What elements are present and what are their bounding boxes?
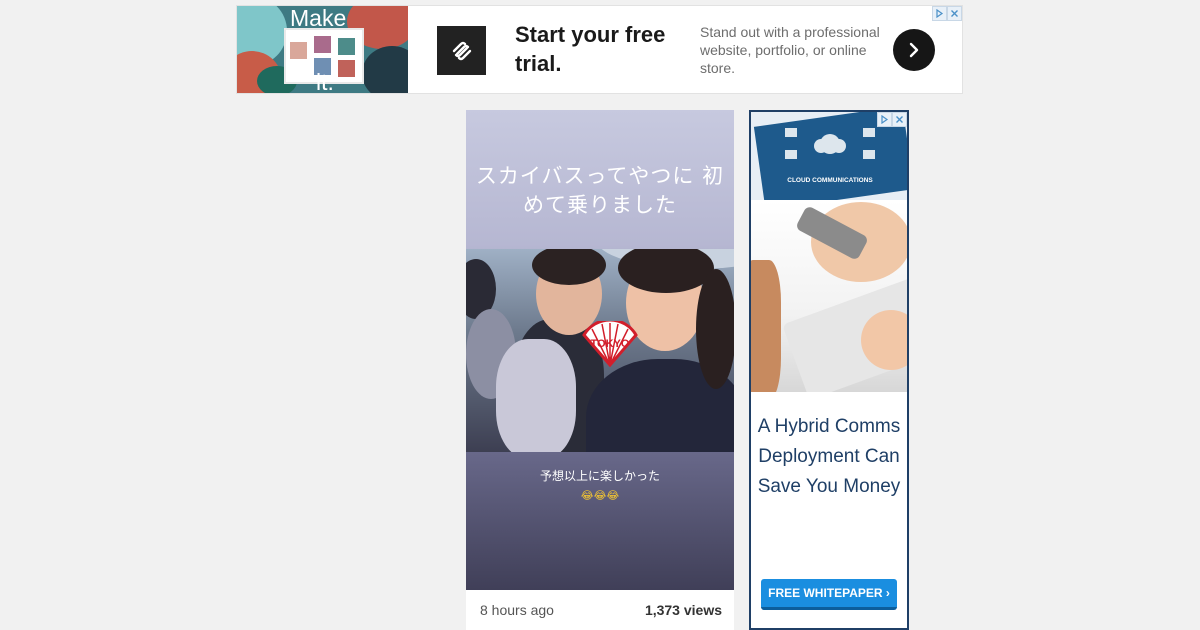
svg-text:CLOUD COMMUNICATIONS: CLOUD COMMUNICATIONS: [787, 177, 873, 184]
svg-text:TOKYO: TOKYO: [591, 338, 630, 350]
close-icon[interactable]: [892, 112, 907, 127]
sky-adchoices[interactable]: [877, 112, 907, 127]
video-bottom-caption: 予想以上に楽しかった: [539, 469, 660, 483]
sky-ad-headline[interactable]: A Hybrid Comms Deployment Can Save You M…: [751, 412, 907, 502]
adchoices-icon[interactable]: [877, 112, 892, 127]
laughing-emoji-row: 😂😂😂: [466, 486, 734, 504]
video-photo: TOKYO: [466, 249, 734, 452]
video-top-caption: スカイバスってやつに 初めて乗りました: [475, 164, 725, 217]
time-ago: 8 hours ago: [480, 602, 554, 618]
banner-adchoices[interactable]: [932, 6, 962, 21]
banner-subtext[interactable]: Stand out with a professional website, p…: [700, 23, 880, 77]
adchoices-icon[interactable]: [932, 6, 947, 21]
sky-ad-photo: [751, 200, 907, 392]
video-thumbnail[interactable]: スカイバスってやつに 初めて乗りました TOKYO 予想以上に楽しかった 😂😂😂: [466, 110, 734, 590]
tokyo-fan-icon: TOKYO: [582, 321, 638, 367]
banner-arrow-button[interactable]: [893, 29, 935, 71]
banner-art-text-bottom: it.: [316, 69, 334, 94]
video-card[interactable]: スカイバスってやつに 初めて乗りました TOKYO 予想以上に楽しかった 😂😂😂…: [466, 110, 734, 630]
free-whitepaper-button[interactable]: FREE WHITEPAPER ›: [761, 579, 897, 610]
view-count: 1,373 views: [644, 602, 722, 618]
video-meta: 8 hours ago 1,373 views: [466, 590, 734, 630]
squarespace-logo-icon[interactable]: [437, 26, 486, 75]
close-icon[interactable]: [947, 6, 962, 21]
emoji-icon: 😂😂😂: [580, 490, 620, 502]
banner-headline[interactable]: Start your free trial.: [515, 20, 685, 78]
chevron-right-icon: [909, 42, 919, 58]
skyscraper-ad[interactable]: CLOUD COMMUNICATIONS A Hybrid Comms Depl…: [749, 110, 909, 630]
banner-ad-artwork: Make it.: [237, 6, 408, 93]
banner-art-text-top: Make: [290, 6, 347, 31]
top-banner-ad[interactable]: Make it. Start your free trial. Stand ou…: [236, 5, 963, 94]
